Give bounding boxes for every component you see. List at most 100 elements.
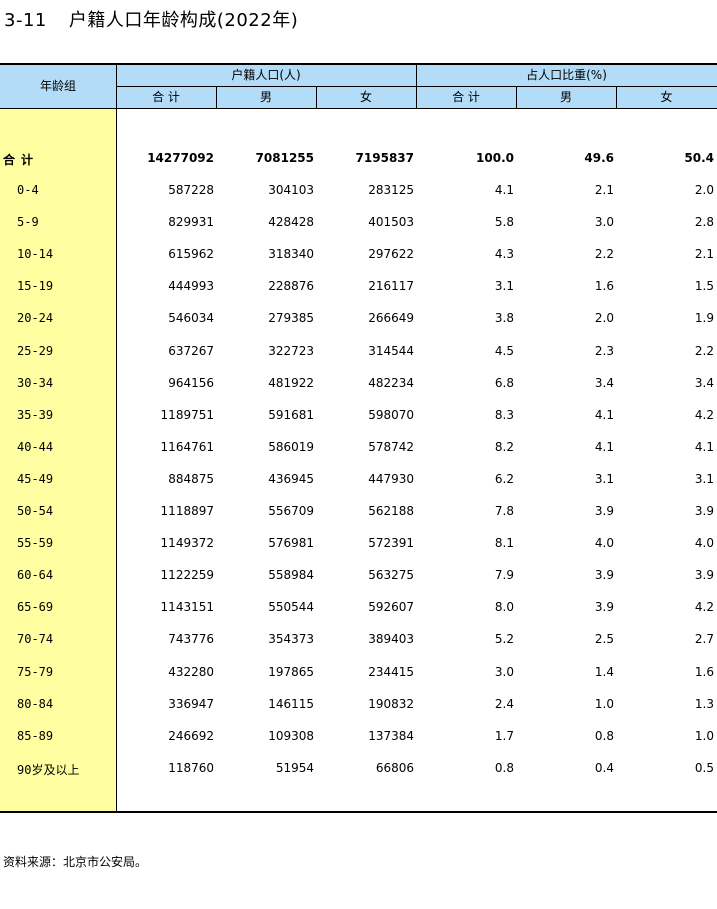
cell-population-total: 964156 — [168, 376, 214, 390]
cell-population-male: 146115 — [268, 697, 314, 711]
cell-share-male: 3.9 — [594, 568, 614, 582]
table-row: 25-29 637267 322723 314544 4.5 2.3 2.2 — [0, 341, 717, 361]
cell-population-total: 14277092 — [147, 151, 214, 165]
row-label: 55-59 — [17, 536, 54, 550]
table-bottom-rule — [0, 811, 717, 813]
cell-population-total: 829931 — [168, 215, 214, 229]
cell-population-female: 482234 — [368, 376, 414, 390]
cell-population-total: 1118897 — [160, 504, 214, 518]
cell-share-female: 2.1 — [694, 247, 714, 261]
cell-share-total: 6.2 — [494, 472, 514, 486]
table-row: 55-59 1149372 576981 572391 8.1 4.0 4.0 — [0, 533, 717, 553]
cell-population-male: 322723 — [268, 344, 314, 358]
cell-population-total: 615962 — [168, 247, 214, 261]
cell-share-female: 3.9 — [694, 504, 714, 518]
table-row: 60-64 1122259 558984 563275 7.9 3.9 3.9 — [0, 565, 717, 585]
table-row: 85-89 246692 109308 137384 1.7 0.8 1.0 — [0, 726, 717, 746]
row-label: 10-14 — [17, 247, 54, 261]
cell-population-female: 598070 — [368, 408, 414, 422]
cell-population-female: 314544 — [368, 344, 414, 358]
header-share-female: 女 — [660, 90, 673, 104]
row-label: 5-9 — [17, 215, 39, 229]
cell-share-female: 1.9 — [694, 311, 714, 325]
header-bottom-rule — [0, 108, 717, 109]
cell-population-male: 576981 — [268, 536, 314, 550]
row-label: 25-29 — [17, 344, 54, 358]
cell-share-total: 3.0 — [494, 665, 514, 679]
header-population-female: 女 — [359, 90, 372, 104]
row-label: 60-64 — [17, 568, 54, 582]
header-population-total: 合 计 — [152, 90, 180, 104]
cell-share-female: 1.5 — [694, 279, 714, 293]
cell-population-female: 216117 — [368, 279, 414, 293]
header-population-male: 男 — [259, 90, 272, 104]
cell-population-male: 279385 — [268, 311, 314, 325]
row-label: 50-54 — [17, 504, 54, 518]
cell-population-total: 1189751 — [160, 408, 214, 422]
page-title: 3-11 户籍人口年龄构成(2022年) — [4, 6, 298, 32]
cell-share-female: 2.2 — [694, 344, 714, 358]
table-row: 70-74 743776 354373 389403 5.2 2.5 2.7 — [0, 629, 717, 649]
cell-share-male: 3.0 — [594, 215, 614, 229]
table-row: 10-14 615962 318340 297622 4.3 2.2 2.1 — [0, 244, 717, 264]
row-label: 90岁及以上 — [17, 763, 80, 777]
cell-population-female: 572391 — [368, 536, 414, 550]
row-label: 15-19 — [17, 279, 54, 293]
cell-share-female: 50.4 — [684, 151, 714, 165]
cell-share-male: 2.5 — [594, 632, 614, 646]
cell-population-female: 389403 — [368, 632, 414, 646]
table-row: 90岁及以上 118760 51954 66806 0.8 0.4 0.5 — [0, 758, 717, 778]
cell-share-male: 4.0 — [594, 536, 614, 550]
cell-share-total: 8.3 — [494, 408, 514, 422]
table-row: 20-24 546034 279385 266649 3.8 2.0 1.9 — [0, 308, 717, 328]
cell-share-male: 49.6 — [584, 151, 614, 165]
row-label: 35-39 — [17, 408, 54, 422]
cell-share-total: 7.8 — [494, 504, 514, 518]
row-label: 80-84 — [17, 697, 54, 711]
cell-share-total: 4.1 — [494, 183, 514, 197]
table-number: 3-11 — [4, 10, 47, 31]
cell-population-male: 586019 — [268, 440, 314, 454]
header-age-group: 年龄组 — [39, 79, 76, 93]
cell-population-total: 246692 — [168, 729, 214, 743]
row-label: 40-44 — [17, 440, 54, 454]
cell-population-male: 197865 — [268, 665, 314, 679]
cell-share-male: 4.1 — [594, 408, 614, 422]
cell-share-total: 3.1 — [494, 279, 514, 293]
table-row: 40-44 1164761 586019 578742 8.2 4.1 4.1 — [0, 437, 717, 457]
cell-share-total: 8.0 — [494, 600, 514, 614]
cell-share-male: 1.6 — [594, 279, 614, 293]
cell-population-male: 304103 — [268, 183, 314, 197]
cell-share-female: 3.1 — [694, 472, 714, 486]
table-row: 80-84 336947 146115 190832 2.4 1.0 1.3 — [0, 694, 717, 714]
cell-population-total: 1164761 — [160, 440, 214, 454]
cell-share-total: 0.8 — [494, 761, 514, 775]
cell-share-male: 1.4 — [594, 665, 614, 679]
cell-share-male: 3.9 — [594, 600, 614, 614]
cell-population-total: 637267 — [168, 344, 214, 358]
cell-population-female: 7195837 — [355, 151, 414, 165]
cell-share-total: 3.8 — [494, 311, 514, 325]
cell-share-female: 3.9 — [694, 568, 714, 582]
cell-share-total: 4.5 — [494, 344, 514, 358]
table-row: 65-69 1143151 550544 592607 8.0 3.9 4.2 — [0, 597, 717, 617]
cell-population-female: 190832 — [368, 697, 414, 711]
cell-population-female: 266649 — [368, 311, 414, 325]
cell-share-female: 3.4 — [694, 376, 714, 390]
row-label: 45-49 — [17, 472, 54, 486]
cell-share-total: 2.4 — [494, 697, 514, 711]
row-label: 30-34 — [17, 376, 54, 390]
header-share-of-population: 占人口比重(%) — [526, 68, 607, 82]
cell-population-male: 428428 — [268, 215, 314, 229]
cell-share-female: 1.3 — [694, 697, 714, 711]
cell-share-female: 4.2 — [694, 408, 714, 422]
cell-population-male: 228876 — [268, 279, 314, 293]
cell-population-total: 743776 — [168, 632, 214, 646]
cell-population-total: 1149372 — [160, 536, 214, 550]
cell-share-female: 1.6 — [694, 665, 714, 679]
cell-share-female: 2.0 — [694, 183, 714, 197]
table-row: 45-49 884875 436945 447930 6.2 3.1 3.1 — [0, 469, 717, 489]
cell-population-male: 481922 — [268, 376, 314, 390]
cell-share-male: 2.1 — [594, 183, 614, 197]
source-note: 资料来源：北京市公安局。 — [3, 855, 148, 869]
